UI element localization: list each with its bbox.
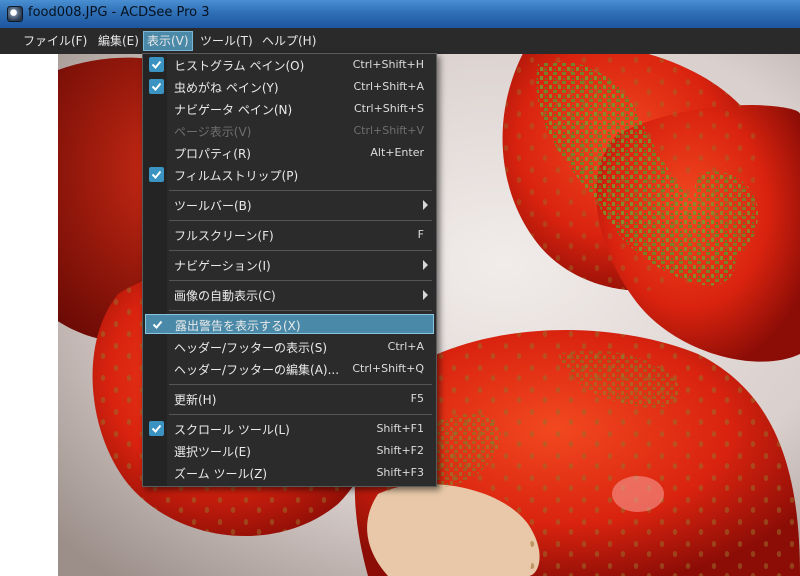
menu-separator: [169, 250, 432, 251]
menu-item-label: ナビゲータ ペイン(N): [174, 103, 293, 117]
menu-item-loupe-pane[interactable]: 虫めがね ペイン(Y) Ctrl+Shift+A: [145, 77, 434, 97]
menu-item-label: 露出警告を表示する(X): [175, 319, 301, 333]
menu-item-shortcut: Ctrl+Shift+S: [354, 102, 424, 115]
menu-item-shortcut: Ctrl+Shift+Q: [352, 362, 424, 375]
menu-item-label: 更新(H): [174, 393, 217, 407]
menu-item-histogram-pane[interactable]: ヒストグラム ペイン(O) Ctrl+Shift+H: [145, 55, 434, 75]
menu-item-properties[interactable]: プロパティ(R) Alt+Enter: [145, 143, 434, 163]
menu-separator: [169, 384, 432, 385]
menu-item-label: フルスクリーン(F): [174, 229, 274, 243]
menu-item-label: 画像の自動表示(C): [174, 289, 276, 303]
view-menu-dropdown: ヒストグラム ペイン(O) Ctrl+Shift+H 虫めがね ペイン(Y) C…: [142, 53, 437, 487]
check-icon: [150, 317, 165, 332]
menu-item-navigation[interactable]: ナビゲーション(I): [145, 255, 434, 275]
menu-item-label: ページ表示(V): [174, 125, 252, 139]
menu-tools[interactable]: ツール(T): [197, 32, 256, 50]
menu-separator: [169, 280, 432, 281]
menu-item-shortcut: Ctrl+Shift+H: [352, 58, 424, 71]
menu-separator: [169, 190, 432, 191]
menu-item-show-header-footer[interactable]: ヘッダー/フッターの表示(S) Ctrl+A: [145, 337, 434, 357]
menu-separator: [169, 310, 432, 311]
submenu-arrow-icon: [423, 290, 428, 300]
submenu-arrow-icon: [423, 200, 428, 210]
menu-item-label: プロパティ(R): [174, 147, 251, 161]
check-icon: [149, 167, 164, 182]
menu-item-toolbar[interactable]: ツールバー(B): [145, 195, 434, 215]
menu-edit[interactable]: 編集(E): [95, 32, 142, 50]
menu-item-shortcut: Alt+Enter: [370, 146, 424, 159]
menu-item-shortcut: Shift+F3: [376, 466, 424, 479]
menu-item-label: ヘッダー/フッターの編集(A)...: [174, 363, 340, 377]
menu-item-shortcut: Ctrl+A: [387, 340, 424, 353]
menu-item-label: 虫めがね ペイン(Y): [174, 81, 279, 95]
menu-item-shortcut: Ctrl+Shift+A: [353, 80, 424, 93]
menu-item-label: ナビゲーション(I): [174, 259, 271, 273]
menu-item-label: ズーム ツール(Z): [174, 467, 268, 481]
menu-bar: ファイル(F) 編集(E) 表示(V) ツール(T) ヘルプ(H): [0, 28, 800, 55]
menu-item-label: ツールバー(B): [174, 199, 252, 213]
check-icon: [149, 57, 164, 72]
menu-item-label: 選択ツール(E): [174, 445, 251, 459]
menu-item-fullscreen[interactable]: フルスクリーン(F) F: [145, 225, 434, 245]
menu-file[interactable]: ファイル(F): [20, 32, 90, 50]
menu-item-select-tool[interactable]: 選択ツール(E) Shift+F2: [145, 441, 434, 461]
menu-item-shortcut: F: [417, 228, 424, 241]
title-bar: food008.JPG - ACDSee Pro 3: [0, 0, 800, 28]
menu-item-edit-header-footer[interactable]: ヘッダー/フッターの編集(A)... Ctrl+Shift+Q: [145, 359, 434, 379]
menu-item-label: ヘッダー/フッターの表示(S): [174, 341, 328, 355]
window-title: food008.JPG - ACDSee Pro 3: [28, 5, 210, 20]
menu-view[interactable]: 表示(V): [143, 31, 193, 51]
menu-item-shortcut: Shift+F2: [376, 444, 424, 457]
menu-item-auto-display[interactable]: 画像の自動表示(C): [145, 285, 434, 305]
menu-item-shortcut: F5: [410, 392, 424, 405]
menu-item-scroll-tool[interactable]: スクロール ツール(L) Shift+F1: [145, 419, 434, 439]
menu-separator: [169, 414, 432, 415]
check-icon: [149, 421, 164, 436]
menu-item-page-view: ページ表示(V) Ctrl+Shift+V: [145, 121, 434, 141]
submenu-arrow-icon: [423, 260, 428, 270]
menu-item-label: ヒストグラム ペイン(O): [174, 59, 305, 73]
menu-item-label: フィルムストリップ(P): [174, 169, 299, 183]
menu-separator: [169, 220, 432, 221]
menu-help[interactable]: ヘルプ(H): [259, 32, 319, 50]
menu-item-shortcut: Ctrl+Shift+V: [353, 124, 424, 137]
menu-item-label: スクロール ツール(L): [174, 423, 290, 437]
menu-item-filmstrip[interactable]: フィルムストリップ(P): [145, 165, 434, 185]
menu-item-zoom-tool[interactable]: ズーム ツール(Z) Shift+F3: [145, 463, 434, 483]
filmstrip-area: [0, 54, 58, 576]
menu-item-shortcut: Shift+F1: [376, 422, 424, 435]
menu-item-navigator-pane[interactable]: ナビゲータ ペイン(N) Ctrl+Shift+S: [145, 99, 434, 119]
menu-item-refresh[interactable]: 更新(H) F5: [145, 389, 434, 409]
check-icon: [149, 79, 164, 94]
menu-item-exposure-warning[interactable]: 露出警告を表示する(X): [145, 314, 434, 334]
app-icon: [7, 6, 23, 22]
